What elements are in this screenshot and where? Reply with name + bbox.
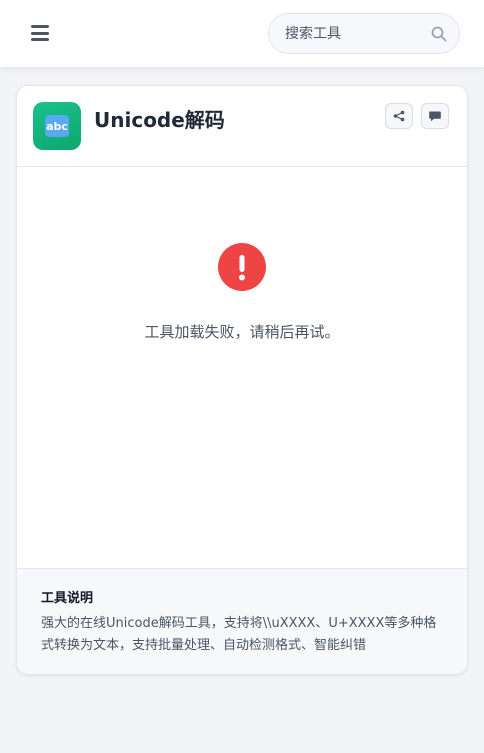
menu-icon-bar: [31, 31, 49, 35]
search-icon[interactable]: [431, 26, 447, 42]
share-icon: [393, 110, 405, 122]
exclamation-icon: [218, 243, 266, 291]
tool-content-area: 工具加载失败，请稍后再试。: [17, 167, 467, 568]
tool-app-icon: abc: [33, 102, 81, 150]
share-button[interactable]: [385, 103, 413, 129]
search-box[interactable]: [268, 13, 460, 54]
menu-icon-bar: [31, 25, 49, 28]
description-title: 工具说明: [41, 591, 94, 606]
tool-title: Unicode解码: [94, 108, 225, 132]
tool-card: abc Unicode解码 工具加载失败，请稍后再试。 工具说明 强大的在线Un…: [16, 85, 468, 675]
abc-icon: abc: [45, 115, 69, 137]
comment-icon: [429, 111, 441, 122]
top-navbar: [0, 0, 484, 68]
tool-description-section: 工具说明 强大的在线Unicode解码工具，支持将\\uXXXX、U+XXXX等…: [17, 568, 467, 674]
comment-button[interactable]: [421, 103, 449, 129]
search-input[interactable]: [285, 23, 425, 45]
hamburger-menu-button[interactable]: [30, 24, 50, 42]
description-text: 强大的在线Unicode解码工具，支持将\\uXXXX、U+XXXX等多种格式转…: [41, 616, 437, 653]
tool-card-header: abc Unicode解码: [17, 86, 467, 167]
error-message: 工具加载失败，请稍后再试。: [144, 323, 340, 341]
menu-icon-bar: [31, 38, 49, 41]
